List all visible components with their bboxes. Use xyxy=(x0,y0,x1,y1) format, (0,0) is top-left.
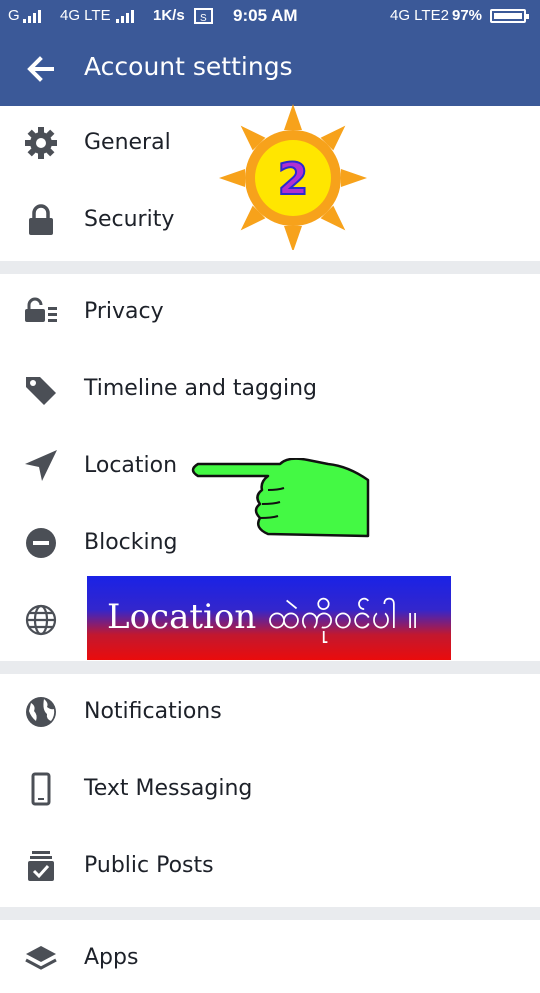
settings-item-label: Security xyxy=(84,207,175,232)
settings-item-label: Public Posts xyxy=(84,853,214,878)
settings-item-label: Blocking xyxy=(84,530,178,555)
app-bar: Account settings xyxy=(0,32,540,106)
screenshot-icon: S xyxy=(194,8,213,24)
settings-item-apps[interactable]: Apps xyxy=(0,923,540,993)
blocking-icon xyxy=(26,528,56,558)
battery-icon xyxy=(490,9,529,23)
settings-item-label: General xyxy=(84,130,171,155)
network-speed: 1K/s xyxy=(153,7,185,24)
pointing-hand-icon xyxy=(191,458,370,538)
settings-item-label: Location xyxy=(84,453,178,478)
settings-item-label: Notifications xyxy=(84,699,222,724)
apps-icon xyxy=(25,946,57,970)
section-divider xyxy=(0,907,540,920)
earth-icon xyxy=(26,697,56,727)
signal-icon-2 xyxy=(116,10,134,23)
globe-icon xyxy=(25,604,57,636)
step-number-sun-icon: 2 xyxy=(219,104,367,250)
settings-item-public-posts[interactable]: Public Posts xyxy=(0,831,540,901)
public-posts-icon xyxy=(28,851,54,881)
page-title: Account settings xyxy=(84,52,293,81)
settings-item-label: Apps xyxy=(84,945,139,970)
location-arrow-icon xyxy=(25,450,57,481)
privacy-lock-icon xyxy=(25,297,57,322)
settings-item-notifications[interactable]: Notifications xyxy=(0,677,540,747)
settings-item-privacy[interactable]: Privacy xyxy=(0,277,540,347)
carrier-label: G xyxy=(8,7,20,24)
section-divider xyxy=(0,261,540,274)
tag-icon xyxy=(26,377,56,405)
settings-item-text-messaging[interactable]: Text Messaging xyxy=(0,754,540,824)
banner-text: Location ထဲကိုဝင်ပါ ။ xyxy=(107,597,418,637)
status-bar: G 4G LTE 1K/s S 9:05 AM 4G LTE2 97% xyxy=(0,0,540,32)
instruction-banner: Location ထဲကိုဝင်ပါ ။ xyxy=(87,576,451,660)
clock: 9:05 AM xyxy=(233,6,298,25)
settings-item-label: Text Messaging xyxy=(84,776,253,801)
phone-icon xyxy=(31,772,51,806)
settings-item-label: Privacy xyxy=(84,299,164,324)
gear-icon xyxy=(25,127,57,159)
settings-item-label: Timeline and tagging xyxy=(84,376,317,401)
section-divider xyxy=(0,661,540,674)
battery-percent: 97% xyxy=(452,7,483,24)
network-label: 4G LTE xyxy=(60,7,111,24)
settings-item-timeline-tagging[interactable]: Timeline and tagging xyxy=(0,354,540,424)
signal-icon xyxy=(23,10,41,23)
network-label-2: 4G LTE2 xyxy=(390,7,449,24)
svg-text:S: S xyxy=(200,13,207,24)
arrow-left-icon[interactable] xyxy=(22,50,60,88)
lock-icon xyxy=(29,204,53,235)
step-number: 2 xyxy=(278,154,309,205)
